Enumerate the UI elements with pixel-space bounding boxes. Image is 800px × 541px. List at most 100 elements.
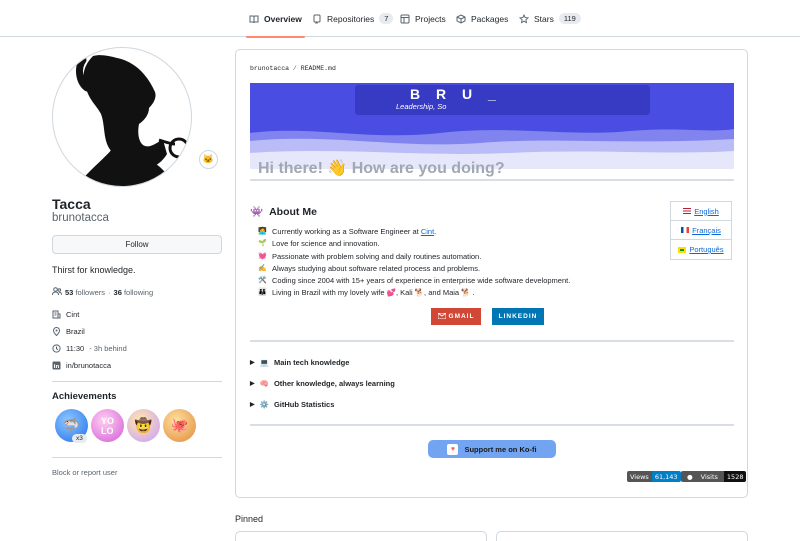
details-other-knowledge[interactable]: ▶ 🧠 Other knowledge, always learning xyxy=(250,379,395,388)
profile-avatar-area: 🐱 xyxy=(52,47,222,187)
achievement-quickdraw-badge[interactable]: 🤠 xyxy=(127,409,160,442)
technologist-icon: 🧑‍💻 xyxy=(258,228,267,235)
following-label: following xyxy=(123,288,154,297)
gmail-badge-link[interactable]: GMAIL xyxy=(431,308,481,325)
starstruck-icon: 🐙 xyxy=(170,417,189,433)
followers-link[interactable]: 53 followers xyxy=(65,288,105,297)
organization-icon xyxy=(52,310,61,319)
kofi-cup-icon: ♥ xyxy=(447,443,459,455)
repo-icon xyxy=(312,14,322,24)
visits-counter-badge: ● Visits 1528 xyxy=(681,471,747,482)
brain-icon: 🧠 xyxy=(259,379,269,388)
about-list: 🧑‍💻 Currently working as a Software Engi… xyxy=(258,226,570,300)
kofi-support-button[interactable]: ♥ Support me on Ko-fi xyxy=(428,440,556,458)
details-label: GitHub Statistics xyxy=(273,400,335,409)
people-icon xyxy=(52,287,62,298)
fr-flag-icon xyxy=(681,227,690,233)
profile-fullname: Tacca xyxy=(52,196,91,212)
tab-overview[interactable]: Overview xyxy=(246,0,305,38)
details-label: Main tech knowledge xyxy=(273,358,350,367)
followers-label: followers xyxy=(75,288,106,297)
status-emoji-button[interactable]: 🐱 xyxy=(199,150,218,169)
crumb-separator: / xyxy=(292,65,297,72)
stars-count: 119 xyxy=(558,13,581,24)
achievement-multiplier: x3 xyxy=(72,434,87,443)
block-report-link[interactable]: Block or report user xyxy=(52,468,117,477)
location-icon xyxy=(52,327,61,336)
bullet-text: Passionate with problem solving and dail… xyxy=(272,251,482,261)
tab-repositories[interactable]: Repositories 7 xyxy=(312,0,394,37)
linkedin-link[interactable]: in/brunotacca xyxy=(66,361,111,370)
achievement-starstruck-badge[interactable]: 🐙 xyxy=(163,409,196,442)
book-icon xyxy=(249,14,259,24)
lang-label: English xyxy=(694,206,719,216)
divider xyxy=(250,340,734,342)
location-text: Brazil xyxy=(66,327,85,336)
list-item: 🧑‍💻 Currently working as a Software Engi… xyxy=(258,226,570,238)
list-item: 👪 Living in Brazil with my lovely wife 💕… xyxy=(258,287,570,299)
following-count: 36 xyxy=(113,288,122,297)
pinned-card[interactable] xyxy=(235,531,487,541)
tab-label: Projects xyxy=(415,13,446,24)
shark-icon: 🦈 xyxy=(62,417,81,433)
lang-english-link[interactable]: English xyxy=(671,202,731,221)
tab-projects[interactable]: Projects xyxy=(400,0,446,37)
profile-username: brunotacca xyxy=(52,212,109,224)
achievements-heading: Achievements xyxy=(52,391,117,402)
github-icon: ● xyxy=(687,472,693,481)
profile-location: Brazil xyxy=(52,327,85,336)
family-icon: 👪 xyxy=(258,289,267,297)
views-counter-badge: Views 61,143 xyxy=(627,471,681,482)
gear-icon: ⚙️ xyxy=(259,400,269,409)
avatar-silhouette xyxy=(76,55,190,186)
tab-packages[interactable]: Packages xyxy=(456,0,508,37)
details-label: Other knowledge, always learning xyxy=(273,379,395,388)
linkedin-badge-link[interactable]: LINKEDIN xyxy=(492,308,544,325)
visits-label-wrap: ● Visits xyxy=(681,471,724,482)
bullet-text: Coding since 2004 with 15+ years of expe… xyxy=(272,276,571,286)
crumb-file-link[interactable]: README.md xyxy=(301,65,336,72)
bullet-text: Currently working as a Software Engineer… xyxy=(272,227,421,236)
yolo-icon: YO LO xyxy=(100,415,114,436)
divider xyxy=(52,457,222,458)
banner-title: B R U _ xyxy=(410,86,502,102)
cint-link[interactable]: Cint xyxy=(421,227,434,236)
details-github-stats[interactable]: ▶ ⚙️ GitHub Statistics xyxy=(250,400,334,409)
lang-label: Português xyxy=(689,245,724,254)
linkedin-icon: in xyxy=(52,361,61,370)
profile-linkedin: in in/brunotacca xyxy=(52,361,111,370)
lang-portuguese-link[interactable]: Português xyxy=(671,240,731,259)
linkedin-label: LINKEDIN xyxy=(498,313,538,320)
lang-french-link[interactable]: Français xyxy=(671,221,731,240)
octocat-icon: 🐱 xyxy=(202,154,215,164)
language-table: English Français Português xyxy=(670,201,732,260)
views-value: 61,143 xyxy=(651,471,681,482)
followers-count: 53 xyxy=(65,288,74,297)
list-item: 💓 Passionate with problem solving and da… xyxy=(258,251,570,263)
crumb-user-link[interactable]: brunotacca xyxy=(250,65,289,72)
svg-text:in: in xyxy=(54,364,60,370)
pinned-card[interactable] xyxy=(496,531,748,541)
heading-underline xyxy=(250,179,734,181)
table-icon xyxy=(400,14,410,24)
disclosure-triangle-icon: ▶ xyxy=(250,402,255,408)
bullet-text: Always studying about software related p… xyxy=(272,263,481,273)
follow-button[interactable]: Follow xyxy=(52,235,222,254)
time-offset-text: - 3h behind xyxy=(89,344,127,353)
divider xyxy=(52,381,222,382)
time-text: 11:30 xyxy=(66,344,85,353)
br-flag-icon xyxy=(678,246,687,253)
following-link[interactable]: 36 following xyxy=(114,288,154,297)
details-main-tech[interactable]: ▶ 💻 Main tech knowledge xyxy=(250,358,349,367)
star-icon xyxy=(519,13,529,24)
seedling-icon: 🌱 xyxy=(258,240,267,248)
about-title: About Me xyxy=(269,205,317,218)
achievement-yolo-badge[interactable]: YO LO xyxy=(91,409,124,442)
avatar[interactable] xyxy=(52,47,192,187)
pinned-heading: Pinned xyxy=(235,514,264,524)
visits-value: 1528 xyxy=(723,471,747,482)
tab-stars[interactable]: Stars 119 xyxy=(519,0,581,37)
tab-label: Repositories xyxy=(327,13,375,24)
profile-localtime: 11:30 - 3h behind xyxy=(52,344,127,353)
tab-label: Packages xyxy=(471,13,509,24)
